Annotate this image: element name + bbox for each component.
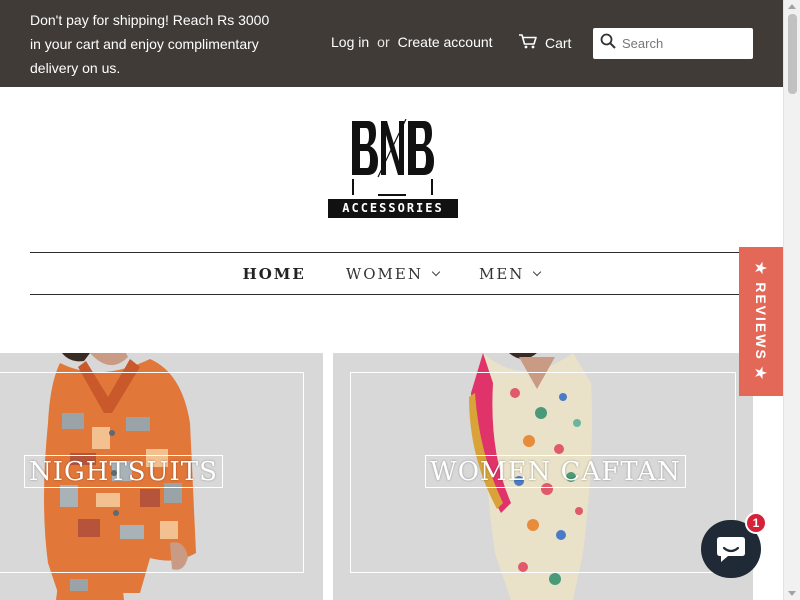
scroll-up-icon[interactable]: [788, 4, 796, 9]
collection-tile-nightsuits[interactable]: NIGHTSUITS: [0, 353, 323, 600]
bnb-logo-mark: [352, 119, 434, 196]
nav-item-label: HOME: [242, 264, 306, 283]
collection-title: NIGHTSUITS: [24, 455, 223, 488]
scrollbar-thumb[interactable]: [788, 14, 797, 94]
login-link[interactable]: Log in: [331, 34, 369, 50]
account-links: Log in or Create account: [331, 34, 493, 50]
chevron-down-icon: [533, 267, 542, 276]
or-separator: or: [377, 34, 390, 50]
cart-icon: [518, 33, 538, 52]
nav-item-home[interactable]: HOME: [223, 265, 326, 283]
cart-link[interactable]: Cart: [518, 33, 571, 52]
nav-item-label: MEN: [479, 264, 525, 283]
cart-label: Cart: [545, 34, 572, 51]
search-box: [593, 28, 753, 59]
collection-title: WOMEN CAFTAN: [425, 455, 686, 488]
search-icon[interactable]: [600, 33, 616, 54]
collection-tile-women-caftan[interactable]: WOMEN CAFTAN: [333, 353, 753, 600]
chevron-down-icon: [431, 267, 441, 276]
nav-item-label: WOMEN: [345, 264, 423, 283]
reviews-tab-label: ★ REVIEWS ★: [753, 261, 770, 382]
nav-item-women[interactable]: WOMEN: [326, 265, 459, 283]
chat-notification-badge: 1: [745, 512, 767, 534]
scroll-down-icon[interactable]: [788, 591, 796, 596]
nav-item-men[interactable]: MEN: [459, 265, 560, 283]
top-header-bar: Don't pay for shipping! Reach Rs 3000 in…: [0, 0, 783, 87]
shipping-promo-text: Don't pay for shipping! Reach Rs 3000 in…: [30, 12, 270, 76]
chat-bubble-icon: [717, 537, 745, 562]
page-scrollbar[interactable]: [783, 0, 800, 600]
search-input[interactable]: [622, 36, 747, 51]
reviews-tab[interactable]: ★ REVIEWS ★: [739, 247, 783, 396]
site-logo[interactable]: ACCESSORIES: [328, 119, 458, 219]
logo-subtitle: ACCESSORIES: [328, 199, 458, 218]
create-account-link[interactable]: Create account: [398, 34, 493, 50]
main-navigation: HOME WOMEN MEN: [30, 252, 753, 295]
